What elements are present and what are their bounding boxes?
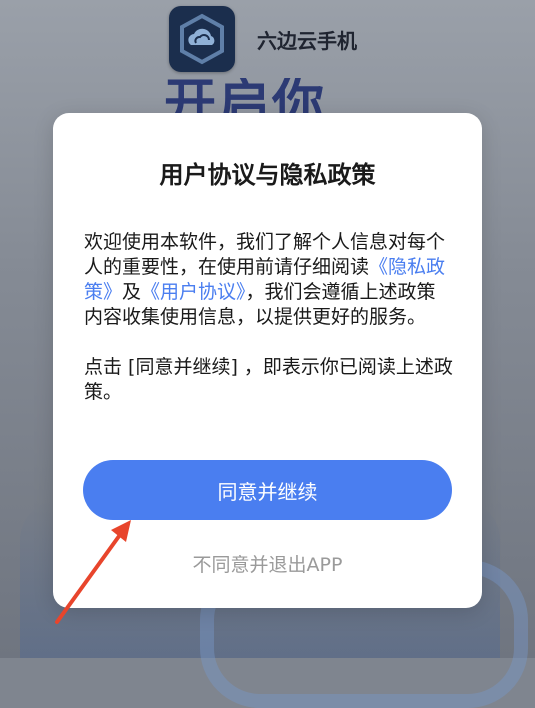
dialog-paragraph-1: 欢迎使用本软件，我们了解个人信息对每个人的重要性，在使用前请仔细阅读《隐私政策》… (84, 230, 454, 330)
dialog-paragraph-2: 点击 [同意并继续] ，即表示你已阅读上述政策。 (84, 356, 453, 403)
splash-headline: 开启你的 (164, 78, 374, 118)
dialog-body: 欢迎使用本软件，我们了解个人信息对每个人的重要性，在使用前请仔细阅读《隐私政策》… (84, 230, 454, 405)
user-agreement-link[interactable]: 《用户协议》 (141, 281, 246, 303)
agree-continue-button[interactable]: 同意并继续 (83, 460, 452, 520)
body-text-and: 及 (122, 281, 142, 303)
cloud-hexagon-icon (169, 6, 235, 72)
app-header: 六边云手机 (169, 6, 357, 72)
splash-headline-text: 开启你的 (164, 78, 327, 118)
dialog-title: 用户协议与隐私政策 (159, 161, 376, 189)
app-name: 六边云手机 (257, 28, 357, 53)
decline-exit-button[interactable]: 不同意并退出APP (53, 550, 482, 577)
privacy-dialog: 用户协议与隐私政策 欢迎使用本软件，我们了解个人信息对每个人的重要性，在使用前请… (53, 113, 482, 608)
